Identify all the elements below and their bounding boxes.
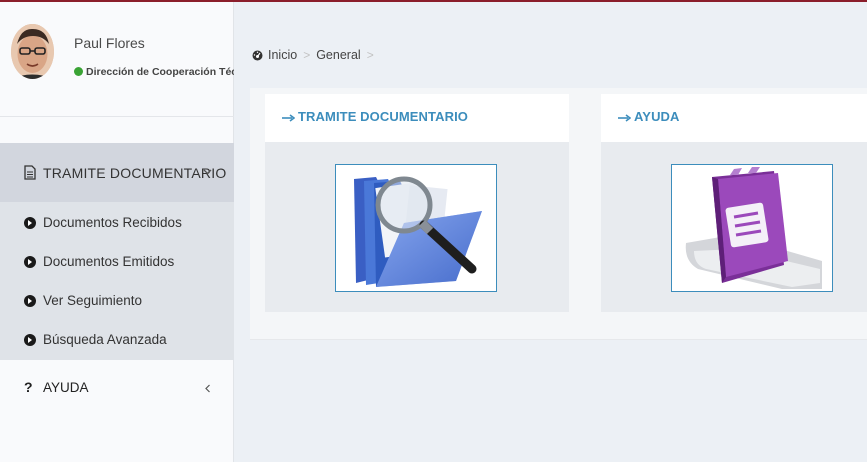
- sidebar-item-ayuda[interactable]: ? AYUDA: [0, 368, 234, 408]
- chevron-down-icon: [203, 169, 212, 175]
- sidebar-item-documentos-emitidos[interactable]: Documentos Emitidos: [0, 243, 234, 282]
- sidebar: Paul Flores Dirección de Cooperación Téc…: [0, 2, 234, 462]
- breadcrumb-separator: >: [303, 48, 311, 62]
- avatar[interactable]: [11, 24, 54, 79]
- folder-magnifier-icon: [336, 165, 496, 291]
- breadcrumb-inicio[interactable]: Inicio: [268, 48, 297, 62]
- panel-title: TRAMITE DOCUMENTARIO: [298, 109, 469, 124]
- online-status-icon: [74, 67, 83, 76]
- dashboard-icon: [252, 50, 263, 60]
- breadcrumb-general[interactable]: General: [316, 48, 360, 62]
- sidebar-item-busqueda-avanzada[interactable]: Búsqueda Avanzada: [0, 321, 234, 360]
- sidebar-item-label: Ver Seguimiento: [43, 293, 143, 308]
- sidebar-item-label: Documentos Recibidos: [43, 215, 182, 230]
- sidebar-item-tramite-documentario[interactable]: TRAMITE DOCUMENTARIO: [0, 143, 234, 202]
- panel-ayuda: AYUDA: [601, 94, 867, 312]
- question-icon: ?: [24, 379, 33, 395]
- user-name: Paul Flores: [74, 35, 145, 51]
- panel-header: AYUDA: [601, 94, 867, 142]
- arrow-right-icon: [618, 114, 631, 122]
- user-department-label: Dirección de Cooperación Técn: [86, 66, 234, 78]
- document-icon: [24, 165, 36, 180]
- panel-title: AYUDA: [634, 109, 680, 124]
- breadcrumb: Inicio > General >: [252, 45, 380, 65]
- panel-tramite-documentario: TRAMITE DOCUMENTARIO: [265, 94, 569, 312]
- sidebar-item-documentos-recibidos[interactable]: Documentos Recibidos: [0, 204, 234, 243]
- arrow-right-icon: [282, 114, 295, 122]
- breadcrumb-separator: >: [366, 48, 374, 62]
- arrow-circle-right-icon: [24, 334, 36, 346]
- ayuda-image-link[interactable]: [671, 164, 833, 292]
- sidebar-item-label: AYUDA: [43, 380, 89, 395]
- chevron-left-icon: [205, 384, 210, 393]
- sidebar-item-label: TRAMITE DOCUMENTARIO: [43, 165, 227, 181]
- submenu-tramite: Documentos Recibidos Documentos Emitidos…: [0, 202, 234, 360]
- panel-header: TRAMITE DOCUMENTARIO: [265, 94, 569, 142]
- tramite-documentario-image-link[interactable]: [335, 164, 497, 292]
- arrow-circle-right-icon: [24, 295, 36, 307]
- sidebar-item-label: Búsqueda Avanzada: [43, 332, 167, 347]
- arrow-circle-right-icon: [24, 217, 36, 229]
- help-book-icon: [672, 165, 832, 291]
- user-panel: Paul Flores Dirección de Cooperación Téc…: [0, 2, 234, 117]
- arrow-circle-right-icon: [24, 256, 36, 268]
- user-department: Dirección de Cooperación Técn: [74, 66, 234, 78]
- sidebar-item-ver-seguimiento[interactable]: Ver Seguimiento: [0, 282, 234, 321]
- sidebar-item-label: Documentos Emitidos: [43, 254, 175, 269]
